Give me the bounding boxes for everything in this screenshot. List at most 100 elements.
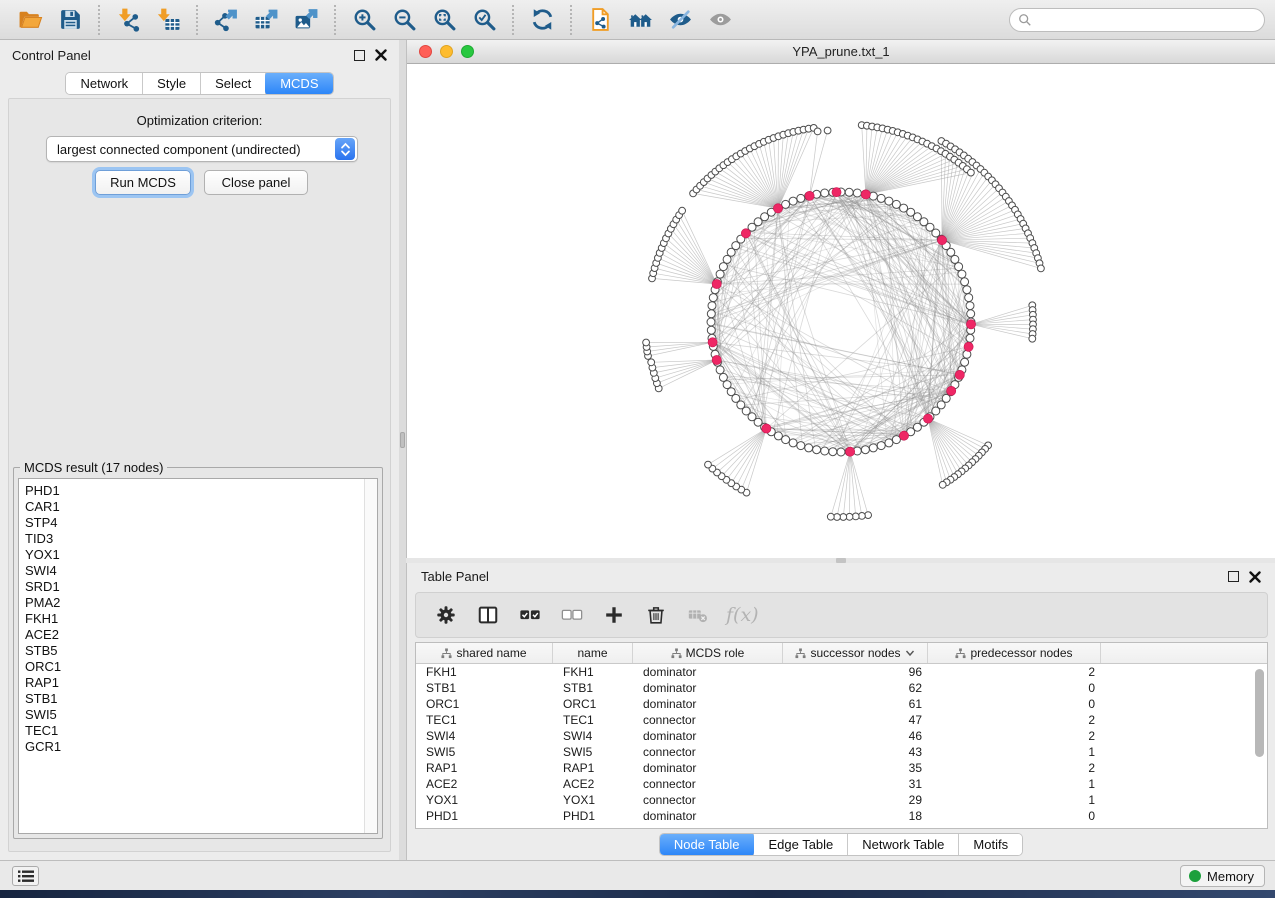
close-panel-icon[interactable] bbox=[1249, 571, 1261, 583]
cell-predecessor-nodes: 1 bbox=[928, 793, 1101, 807]
close-panel-icon[interactable] bbox=[375, 49, 387, 61]
import-table-icon bbox=[156, 7, 181, 32]
hide-selected-button[interactable] bbox=[660, 4, 700, 36]
cell-predecessor-nodes: 0 bbox=[928, 809, 1101, 823]
table-row[interactable]: STB1STB1dominator620 bbox=[416, 680, 1267, 696]
table-row[interactable]: FKH1FKH1dominator962 bbox=[416, 664, 1267, 680]
first-neighbors-button[interactable] bbox=[620, 4, 660, 36]
mcds-result-item[interactable]: ORC1 bbox=[19, 659, 377, 675]
cell-predecessor-nodes: 2 bbox=[928, 713, 1101, 727]
column-header-MCDS-role[interactable]: MCDS role bbox=[633, 643, 783, 663]
table-row[interactable]: SWI5SWI5connector431 bbox=[416, 744, 1267, 760]
zoom-fit-button[interactable] bbox=[424, 4, 464, 36]
control-panel-title: Control Panel bbox=[12, 48, 91, 63]
cell-shared-name: PHD1 bbox=[416, 809, 553, 823]
zoom-out-button[interactable] bbox=[384, 4, 424, 36]
save-session-button[interactable] bbox=[50, 4, 90, 36]
table-row[interactable]: RAP1RAP1dominator352 bbox=[416, 760, 1267, 776]
column-header-successor-nodes[interactable]: successor nodes bbox=[783, 643, 928, 663]
network-view-window: YPA_prune.txt_1 bbox=[406, 40, 1275, 558]
cell-shared-name: SWI4 bbox=[416, 729, 553, 743]
zoom-selected-button[interactable] bbox=[464, 4, 504, 36]
import-network-button[interactable] bbox=[108, 4, 148, 36]
close-panel-button[interactable]: Close panel bbox=[204, 170, 308, 195]
mcds-result-item[interactable]: SWI5 bbox=[19, 707, 377, 723]
delete-column-button[interactable] bbox=[638, 597, 674, 633]
table-tab-motifs[interactable]: Motifs bbox=[959, 834, 1022, 855]
mcds-result-item[interactable]: YOX1 bbox=[19, 547, 377, 563]
network-canvas[interactable] bbox=[407, 64, 1275, 558]
open-session-button[interactable] bbox=[10, 4, 50, 36]
table-settings-button[interactable] bbox=[428, 597, 464, 633]
table-row[interactable]: TEC1TEC1connector472 bbox=[416, 712, 1267, 728]
mcds-result-list[interactable]: PHD1CAR1STP4TID3YOX1SWI4SRD1PMA2FKH1ACE2… bbox=[18, 478, 378, 834]
table-tab-network-table[interactable]: Network Table bbox=[848, 834, 959, 855]
mcds-result-item[interactable]: TEC1 bbox=[19, 723, 377, 739]
table-tab-node-table[interactable]: Node Table bbox=[659, 833, 756, 856]
table-row[interactable]: PHD1PHD1dominator180 bbox=[416, 808, 1267, 824]
table-row[interactable]: ORC1ORC1dominator610 bbox=[416, 696, 1267, 712]
hide-all-columns-button[interactable] bbox=[554, 597, 590, 633]
mcds-result-item[interactable]: TID3 bbox=[19, 531, 377, 547]
search-box[interactable] bbox=[1009, 8, 1265, 32]
delete-table-button-disabled bbox=[680, 597, 716, 633]
cell-predecessor-nodes: 2 bbox=[928, 761, 1101, 775]
table-row[interactable]: ACE2ACE2connector311 bbox=[416, 776, 1267, 792]
mcds-result-item[interactable]: FKH1 bbox=[19, 611, 377, 627]
cell-successor-nodes: 96 bbox=[783, 665, 928, 679]
column-header-name[interactable]: name bbox=[553, 643, 633, 663]
task-history-button[interactable] bbox=[12, 866, 39, 886]
mcds-result-item[interactable]: STB1 bbox=[19, 691, 377, 707]
tab-network[interactable]: Network bbox=[66, 73, 143, 94]
mcds-result-item[interactable]: PHD1 bbox=[19, 483, 377, 499]
control-panel-titlebar: Control Panel bbox=[0, 40, 399, 70]
table-tab-edge-table[interactable]: Edge Table bbox=[754, 834, 848, 855]
show-all-button[interactable] bbox=[700, 4, 740, 36]
export-table-button[interactable] bbox=[246, 4, 286, 36]
cell-name: SWI4 bbox=[553, 729, 633, 743]
splitter-grip[interactable] bbox=[400, 432, 405, 448]
refresh-button[interactable] bbox=[522, 4, 562, 36]
optimization-criterion-select[interactable]: largest connected component (undirected) bbox=[46, 136, 358, 162]
mcds-result-item[interactable]: SRD1 bbox=[19, 579, 377, 595]
cell-shared-name: SWI5 bbox=[416, 745, 553, 759]
tab-style[interactable]: Style bbox=[143, 73, 201, 94]
table-row[interactable]: SWI4SWI4dominator462 bbox=[416, 728, 1267, 744]
zoom-in-button[interactable] bbox=[344, 4, 384, 36]
float-panel-icon[interactable] bbox=[1228, 571, 1239, 582]
mcds-result-item[interactable]: GCR1 bbox=[19, 739, 377, 755]
zoom-in-icon bbox=[352, 7, 377, 32]
mcds-result-item[interactable]: PMA2 bbox=[19, 595, 377, 611]
mcds-result-item[interactable]: CAR1 bbox=[19, 499, 377, 515]
network-view-titlebar[interactable]: YPA_prune.txt_1 bbox=[407, 40, 1275, 64]
cell-shared-name: FKH1 bbox=[416, 665, 553, 679]
export-image-button[interactable] bbox=[286, 4, 326, 36]
panel-splitter-vertical[interactable] bbox=[399, 40, 406, 860]
mcds-result-item[interactable]: STB5 bbox=[19, 643, 377, 659]
table-row[interactable]: YOX1YOX1connector291 bbox=[416, 792, 1267, 808]
column-header-shared-name[interactable]: shared name bbox=[416, 643, 553, 663]
mcds-result-item[interactable]: STP4 bbox=[19, 515, 377, 531]
save-floppy-icon bbox=[58, 7, 83, 32]
import-table-button[interactable] bbox=[148, 4, 188, 36]
tab-select[interactable]: Select bbox=[201, 73, 266, 94]
tab-mcds[interactable]: MCDS bbox=[265, 72, 333, 95]
mcds-result-item[interactable]: ACE2 bbox=[19, 627, 377, 643]
show-all-columns-button[interactable] bbox=[512, 597, 548, 633]
table-scrollbar-thumb[interactable] bbox=[1255, 669, 1264, 757]
column-header-predecessor-nodes[interactable]: predecessor nodes bbox=[928, 643, 1101, 663]
node-table[interactable]: shared namenameMCDS rolesuccessor nodesp… bbox=[415, 642, 1268, 829]
search-input[interactable] bbox=[1038, 13, 1256, 27]
duplicate-network-button[interactable] bbox=[580, 4, 620, 36]
mcds-result-item[interactable]: SWI4 bbox=[19, 563, 377, 579]
export-network-button[interactable] bbox=[206, 4, 246, 36]
float-panel-icon[interactable] bbox=[354, 50, 365, 61]
memory-button[interactable]: Memory bbox=[1180, 865, 1265, 887]
toolbar-separator bbox=[196, 5, 198, 35]
mcds-result-item[interactable]: RAP1 bbox=[19, 675, 377, 691]
mcds-list-scrollbar[interactable] bbox=[364, 479, 377, 833]
split-panel-button[interactable] bbox=[470, 597, 506, 633]
create-column-button[interactable] bbox=[596, 597, 632, 633]
run-mcds-button[interactable]: Run MCDS bbox=[95, 170, 191, 195]
control-panel-tabs-row: NetworkStyleSelectMCDS bbox=[0, 72, 399, 95]
